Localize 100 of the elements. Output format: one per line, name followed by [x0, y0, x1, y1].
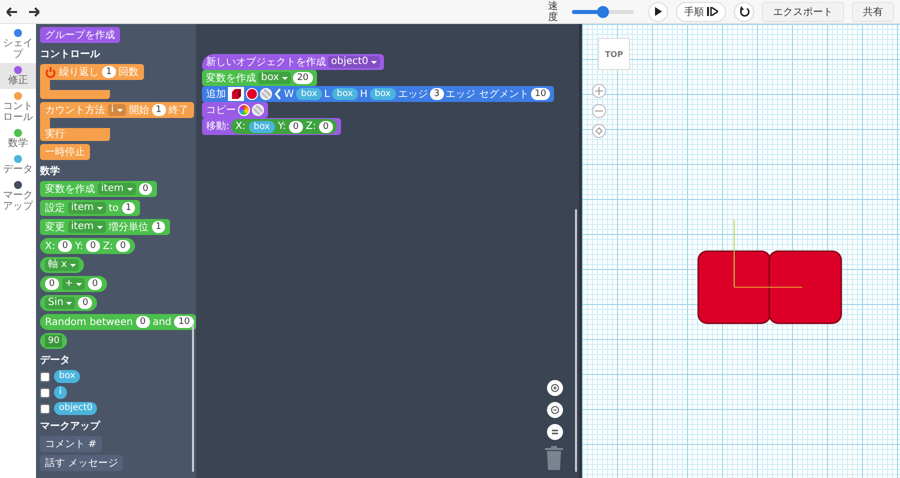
zoom-in-icon: [550, 383, 560, 393]
block-label: Z:: [102, 240, 114, 252]
checkbox[interactable]: [40, 372, 50, 382]
caret-icon: [96, 226, 103, 228]
number-field[interactable]: 10: [530, 88, 550, 100]
block-label: グループを作成: [45, 28, 115, 42]
zoom-out-button[interactable]: [547, 402, 563, 418]
caret-icon: [96, 206, 103, 210]
category-tab[interactable]: データ: [0, 152, 36, 178]
number-field[interactable]: 1: [122, 202, 136, 214]
number-field[interactable]: 10: [174, 316, 194, 328]
code-block[interactable]: Random between 0 and 10: [40, 314, 199, 330]
color-swatch[interactable]: [246, 88, 258, 100]
view-cube[interactable]: TOP: [598, 38, 630, 70]
code-block[interactable]: 話す メッセージ: [40, 455, 123, 471]
number-field[interactable]: 0: [78, 297, 92, 309]
code-block[interactable]: Sin 0: [40, 295, 98, 311]
rainbow-swatch[interactable]: [238, 104, 250, 116]
section-heading: 数学: [40, 165, 60, 178]
number-field[interactable]: 0: [88, 278, 102, 290]
section-heading: コントロール: [40, 48, 100, 61]
caret-icon: [126, 188, 133, 190]
block-label: 移動:: [206, 120, 230, 133]
reset-button[interactable]: [734, 2, 754, 22]
caret-icon: [282, 76, 288, 80]
code-block[interactable]: 設定 item to 1: [40, 200, 140, 216]
code-block[interactable]: 移動: X: box Y: 0 Z: 0: [202, 118, 341, 135]
scrollbar[interactable]: [192, 324, 194, 472]
number-field[interactable]: 0: [319, 120, 333, 132]
reset-icon: [738, 6, 750, 17]
zoom-in-button[interactable]: [547, 380, 563, 396]
block-label: メッセージ: [68, 456, 118, 470]
trash-icon[interactable]: [545, 446, 563, 470]
category-tab[interactable]: 数学: [0, 126, 36, 152]
texture-swatch[interactable]: [252, 104, 264, 116]
code-block[interactable]: コメント #: [40, 436, 102, 452]
code-block[interactable]: 変更 item 増分単位 1: [40, 219, 170, 235]
block-label: 設定: [45, 202, 65, 214]
number-field[interactable]: 1: [152, 221, 166, 233]
export-button[interactable]: エクスポート: [762, 2, 844, 22]
section-heading: データ: [40, 354, 70, 367]
number-field[interactable]: 3: [430, 88, 444, 100]
block-label: 新しいオブジェクトを作成: [206, 56, 326, 68]
category-tab[interactable]: コントロール: [0, 89, 36, 126]
block-label: 繰り返し: [59, 66, 99, 78]
texture-swatch[interactable]: [260, 88, 272, 100]
slider-thumb[interactable]: [597, 6, 609, 18]
dropdown[interactable]: object0: [328, 56, 380, 68]
code-block[interactable]: 0 + 0: [40, 276, 107, 292]
code-block[interactable]: 変数を作成 item 0: [40, 181, 158, 197]
number-field[interactable]: 0: [138, 183, 152, 195]
code-block[interactable]: X: 0 Y: 0 Z: 0: [40, 238, 135, 254]
block-label: Z:: [306, 120, 316, 133]
block-label: and: [152, 316, 172, 328]
checkbox[interactable]: [40, 404, 50, 414]
scrollbar[interactable]: [575, 209, 577, 472]
plus-icon: [595, 87, 603, 95]
block-label: 変更: [45, 220, 65, 234]
coordinate-block[interactable]: X: box Y: 0 Z: 0: [231, 119, 337, 134]
redo-icon[interactable]: [28, 6, 40, 16]
code-block[interactable]: 90: [40, 333, 68, 349]
home-button[interactable]: [592, 124, 606, 138]
code-block[interactable]: 追加 W box L box H box エッジ 3 エッジ セグメント 10: [202, 86, 554, 102]
caret-icon: [66, 302, 72, 304]
code-block[interactable]: グループを作成: [40, 27, 120, 43]
block-label: 変数を作成: [206, 72, 256, 84]
category-tab[interactable]: マークアップ: [0, 178, 36, 215]
share-button[interactable]: 共有: [852, 2, 894, 22]
number-field[interactable]: 90: [45, 335, 62, 347]
number-field[interactable]: 0: [45, 278, 59, 290]
block-label: Random between: [45, 316, 133, 328]
code-block[interactable]: カウント方法 i 開始 1 終了: [40, 102, 194, 118]
play-button[interactable]: [648, 2, 668, 22]
number-field[interactable]: 0: [116, 240, 130, 252]
code-block[interactable]: コピー: [202, 102, 268, 118]
block-label: エッジ セグメント: [446, 88, 529, 100]
code-block[interactable]: 新しいオブジェクトを作成 object0: [202, 54, 384, 70]
code-block[interactable]: 繰り返し 1 回数: [40, 64, 144, 80]
step-button[interactable]: 手順: [676, 2, 726, 22]
undo-icon[interactable]: [6, 6, 18, 16]
number-field[interactable]: 0: [289, 120, 303, 132]
zoom-out-icon: [550, 405, 560, 415]
category-tab[interactable]: 修正: [0, 63, 36, 89]
code-block[interactable]: 変数を作成 box 20: [202, 70, 317, 86]
checkbox[interactable]: [40, 388, 50, 398]
number-field[interactable]: 1: [102, 66, 116, 78]
caret-icon: [371, 60, 378, 64]
number-field[interactable]: 0: [58, 240, 72, 252]
chevron-icon[interactable]: [274, 88, 282, 100]
block-label: to: [108, 202, 119, 214]
number-field[interactable]: 1: [152, 104, 166, 116]
block-label: カウント方法: [45, 104, 105, 116]
number-field[interactable]: 20: [293, 72, 313, 84]
block-label: X:: [45, 240, 56, 252]
block-label: 話す: [45, 456, 65, 470]
category-tab[interactable]: シェイプ: [0, 26, 36, 63]
cube-thumbnail[interactable]: [228, 87, 244, 101]
number-field[interactable]: 0: [86, 240, 100, 252]
reset-view-button[interactable]: [547, 424, 563, 440]
number-field[interactable]: 0: [136, 316, 150, 328]
